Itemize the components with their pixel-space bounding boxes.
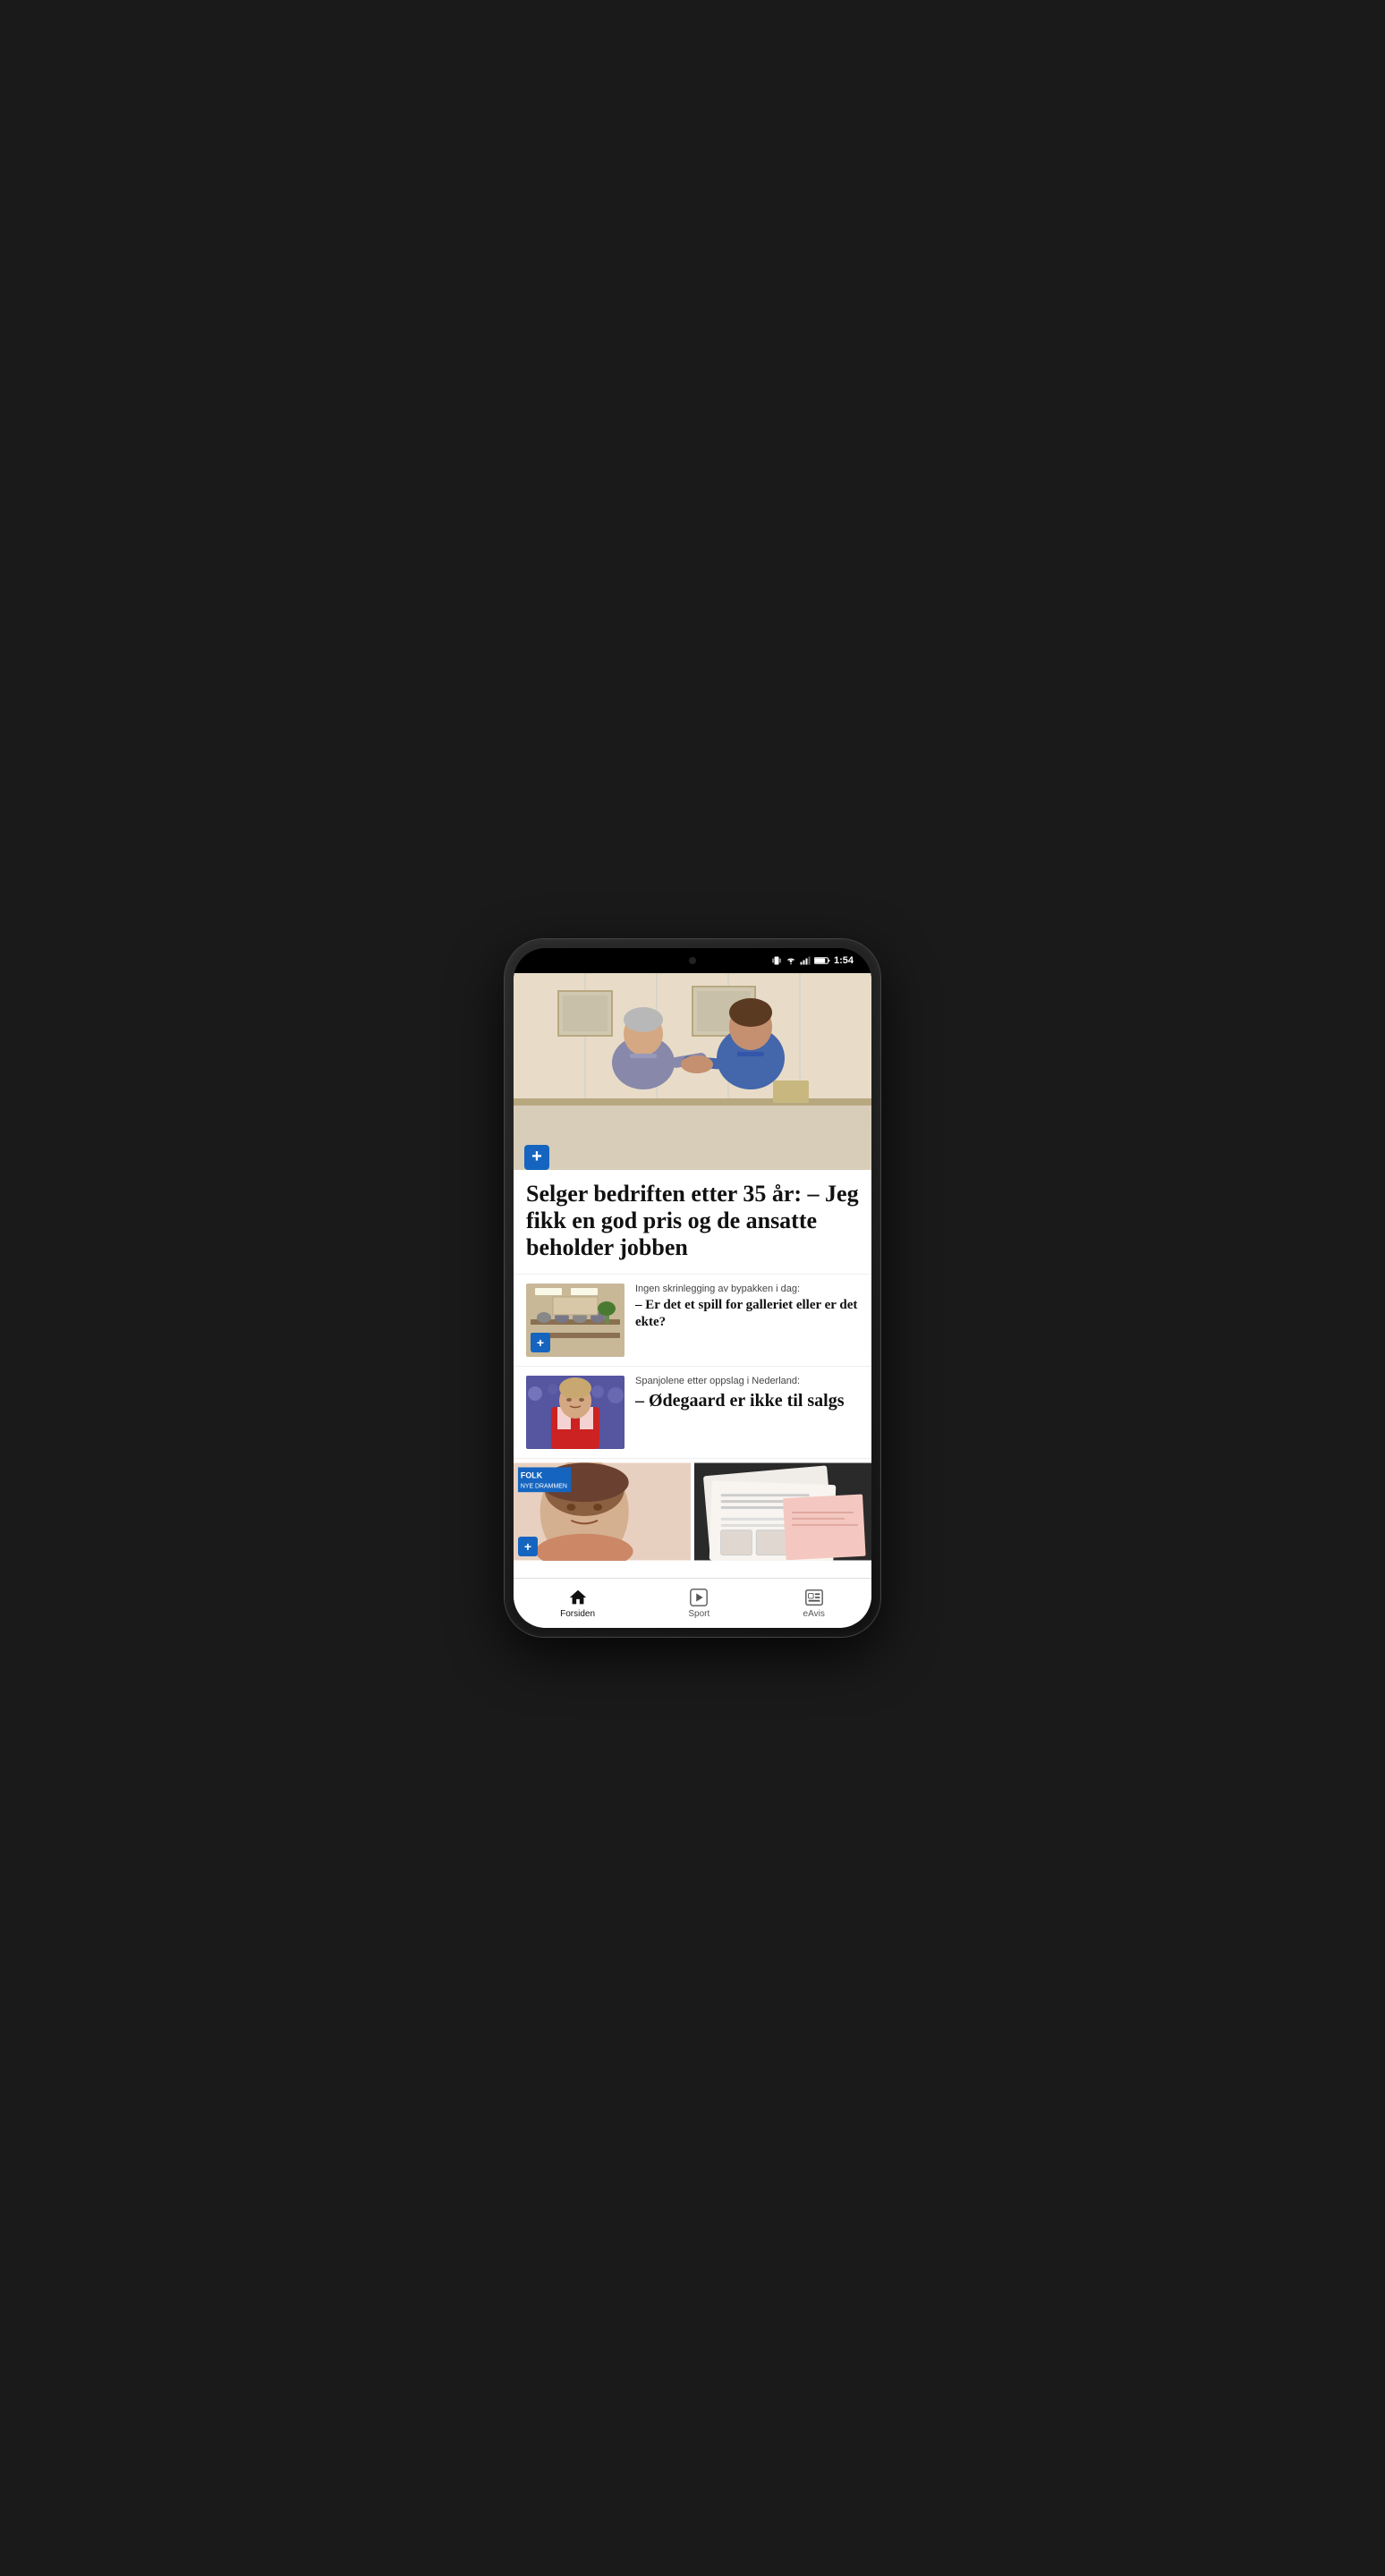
hero-image[interactable]: + <box>514 973 871 1170</box>
main-headline-section[interactable]: Selger bedriften etter 35 år: – Jeg fikk… <box>514 1170 871 1275</box>
hero-illustration: + <box>514 973 871 1170</box>
odegaard-pretitle: Spanjolene etter oppslag i Nederland: <box>635 1376 859 1386</box>
bypakken-plus-badge: + <box>531 1333 550 1352</box>
phone-screen: 1:54 <box>514 948 871 1628</box>
home-icon <box>568 1588 588 1607</box>
battery-icon <box>814 956 830 965</box>
vibrate-icon <box>771 955 782 966</box>
grid-item-folk[interactable]: FOLK NYE DRAMMEN + <box>514 1462 691 1561</box>
odegaard-image <box>526 1376 625 1449</box>
phone-frame: 1:54 <box>505 939 880 1637</box>
nav-forsiden[interactable]: Forsiden <box>542 1584 613 1623</box>
bypakken-headline: – Er det et spill for galleriet eller er… <box>635 1297 859 1332</box>
svg-text:NYE DRAMMEN: NYE DRAMMEN <box>521 1483 567 1489</box>
nav-eavis-label: eAvis <box>803 1609 825 1619</box>
article-odegaard-thumb <box>526 1376 625 1449</box>
article-odegaard[interactable]: Spanjolene etter oppslag i Nederland: – … <box>514 1367 871 1459</box>
signal-icon <box>800 956 811 965</box>
grid-item-papers[interactable] <box>694 1462 871 1561</box>
article-bypakken[interactable]: + Ingen skrinlegging av bypakken i dag: … <box>514 1275 871 1367</box>
odegaard-text: Spanjolene etter oppslag i Nederland: – … <box>635 1376 859 1412</box>
svg-text:+: + <box>531 1147 542 1166</box>
bypakken-text: Ingen skrinlegging av bypakken i dag: – … <box>635 1284 859 1332</box>
bottom-nav: Forsiden Sport <box>514 1578 871 1628</box>
play-icon <box>689 1588 709 1607</box>
content-area[interactable]: + Selger bedriften etter 35 år: – Jeg fi… <box>514 973 871 1578</box>
odegaard-headline: – Ødegaard er ikke til salgs <box>635 1389 859 1412</box>
svg-text:FOLK: FOLK <box>521 1470 543 1479</box>
time-display: 1:54 <box>834 955 854 966</box>
main-headline-text: Selger bedriften etter 35 år: – Jeg fikk… <box>526 1181 859 1261</box>
nav-sport[interactable]: Sport <box>670 1584 727 1623</box>
papers-image <box>694 1462 871 1561</box>
folk-image: FOLK NYE DRAMMEN <box>514 1462 691 1561</box>
article-bypakken-thumb: + <box>526 1284 625 1357</box>
bypakken-pretitle: Ingen skrinlegging av bypakken i dag: <box>635 1284 859 1294</box>
folk-plus-badge: + <box>518 1537 538 1556</box>
app-screen: + Selger bedriften etter 35 år: – Jeg fi… <box>514 973 871 1628</box>
camera <box>689 957 696 964</box>
grid-row: FOLK NYE DRAMMEN + <box>514 1459 871 1561</box>
eavis-icon <box>804 1588 824 1607</box>
nav-forsiden-label: Forsiden <box>560 1609 595 1619</box>
status-icons: 1:54 <box>771 955 854 966</box>
wifi-icon <box>786 956 796 965</box>
nav-eavis[interactable]: eAvis <box>786 1584 843 1623</box>
nav-sport-label: Sport <box>688 1609 709 1619</box>
